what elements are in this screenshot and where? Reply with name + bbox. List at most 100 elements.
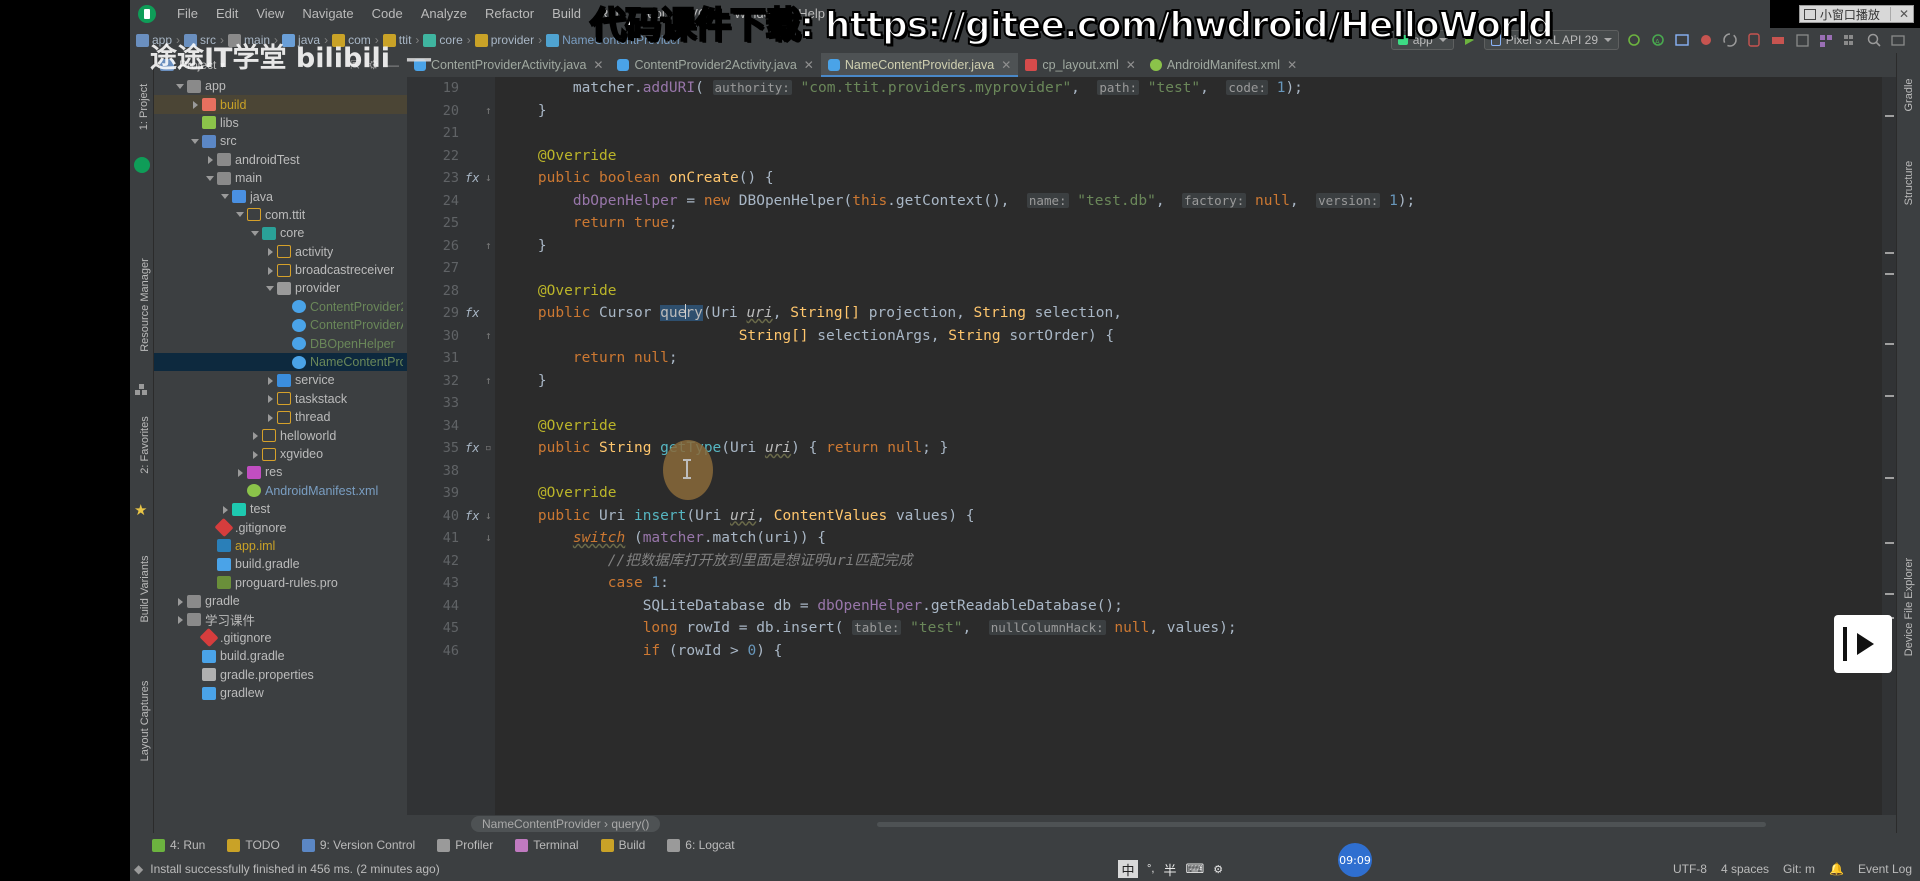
avd-manager-button[interactable] xyxy=(1743,30,1765,50)
tree-item[interactable]: libs xyxy=(154,114,407,132)
sdk-manager-button[interactable] xyxy=(1767,30,1789,50)
fold-toggle-icon[interactable]: ↓ xyxy=(485,167,497,190)
profile-button[interactable] xyxy=(1671,30,1693,50)
chevron-right-icon[interactable] xyxy=(175,614,186,625)
tree-item[interactable]: androidTest xyxy=(154,151,407,169)
bottom-tool-run[interactable]: 4: Run xyxy=(152,838,205,852)
fold-toggle-icon[interactable]: ↑ xyxy=(485,325,497,348)
editor-tab[interactable]: ContentProviderActivity.java ✕ xyxy=(407,53,610,77)
code-line[interactable]: 22 @Override xyxy=(407,145,1896,168)
tree-item[interactable]: java xyxy=(154,187,407,205)
tree-item[interactable]: thread xyxy=(154,408,407,426)
event-log-label[interactable]: Event Log xyxy=(1858,862,1912,876)
editor-tab[interactable]: NameContentProvider.java ✕ xyxy=(820,53,1019,77)
close-icon[interactable]: ✕ xyxy=(1126,58,1136,72)
project-tree[interactable]: app build libs src androidTest main java com.tt… xyxy=(154,77,407,729)
tree-item[interactable]: xgvideo xyxy=(154,445,407,463)
bottom-tool-logcat[interactable]: 6: Logcat xyxy=(667,838,735,852)
tree-item[interactable]: core xyxy=(154,224,407,242)
ime-language-bar[interactable]: 中 °, 半 ⌨ ⚙ xyxy=(1118,859,1223,879)
fold-toggle-icon[interactable]: ↓ xyxy=(485,505,497,528)
encoding-label[interactable]: UTF-8 xyxy=(1673,862,1707,876)
tree-item[interactable]: main xyxy=(154,169,407,187)
chevron-down-icon[interactable] xyxy=(220,191,231,202)
code-line[interactable]: 42 //把数据库打开放到里面是想证明uri匹配完成 xyxy=(407,550,1896,573)
code-line[interactable]: 44 SQLiteDatabase db = dbOpenHelper.getR… xyxy=(407,595,1896,618)
code-line[interactable]: 25 return true; xyxy=(407,212,1896,235)
code-line[interactable]: 40 fx ↓ public Uri insert(Uri uri, Content… xyxy=(407,505,1896,528)
tree-item[interactable]: service xyxy=(154,371,407,389)
tree-item[interactable]: res xyxy=(154,463,407,481)
chevron-right-icon[interactable] xyxy=(265,393,276,404)
code-line[interactable]: 32 ↑ } xyxy=(407,370,1896,393)
tree-item[interactable]: src xyxy=(154,132,407,150)
code-editor[interactable]: 19 matcher.addURI( authority: "com.ttit.… xyxy=(407,77,1896,815)
editor-tab[interactable]: AndroidManifest.xml ✕ xyxy=(1143,53,1304,77)
code-line[interactable]: 43 case 1: xyxy=(407,572,1896,595)
tree-item[interactable]: app.iml xyxy=(154,537,407,555)
search-everywhere-icon[interactable] xyxy=(1863,30,1885,50)
code-line[interactable]: 27 xyxy=(407,257,1896,280)
chevron-down-icon[interactable] xyxy=(190,136,201,147)
code-line[interactable]: 20 ↑ } xyxy=(407,100,1896,123)
tree-item[interactable]: broadcastreceiver xyxy=(154,261,407,279)
close-icon[interactable]: ✕ xyxy=(804,58,814,72)
tree-item[interactable]: com.ttit xyxy=(154,206,407,224)
indent-label[interactable]: 4 spaces xyxy=(1721,862,1769,876)
menu-edit[interactable]: Edit xyxy=(207,3,247,24)
chevron-down-icon[interactable] xyxy=(250,228,261,239)
code-line[interactable]: 33 xyxy=(407,392,1896,415)
chevron-right-icon[interactable] xyxy=(265,265,276,276)
breadcrumb-item-provider[interactable]: provider xyxy=(474,33,534,47)
tree-item[interactable]: gradle xyxy=(154,592,407,610)
override-method-icon[interactable]: fx xyxy=(465,437,479,460)
tree-item[interactable]: gradlew xyxy=(154,684,407,702)
git-branch-label[interactable]: Git: m xyxy=(1783,862,1815,876)
menu-analyze[interactable]: Analyze xyxy=(412,3,476,24)
chevron-down-icon[interactable] xyxy=(265,283,276,294)
rail-item-gradle[interactable]: Gradle xyxy=(1897,63,1920,133)
menu-view[interactable]: View xyxy=(247,3,293,24)
menu-file[interactable]: File xyxy=(168,3,207,24)
rail-item-structure[interactable]: Structure xyxy=(1897,141,1920,233)
project-structure-button[interactable] xyxy=(1815,30,1837,50)
tree-item[interactable]: NameContentProvider xyxy=(154,352,407,372)
debug-button[interactable] xyxy=(1623,30,1645,50)
tree-item[interactable]: .gitignore xyxy=(154,628,407,648)
tree-item[interactable]: provider xyxy=(154,279,407,297)
fold-toggle-icon[interactable]: ↑ xyxy=(485,235,497,258)
tree-item[interactable]: proguard-rules.pro xyxy=(154,574,407,592)
close-icon[interactable]: ✕ xyxy=(593,58,603,72)
ime-chinese-icon[interactable]: 中 xyxy=(1118,860,1138,878)
code-line[interactable]: 34 @Override xyxy=(407,415,1896,438)
tree-item[interactable]: build xyxy=(154,95,407,114)
rail-item-resource-manager[interactable]: Resource Manager xyxy=(130,243,154,373)
tree-item[interactable]: gradle.properties xyxy=(154,666,407,684)
code-line[interactable]: 29 fx public Cursor query(Uri uri, String… xyxy=(407,302,1896,325)
code-line[interactable]: 31 return null; xyxy=(407,347,1896,370)
tree-item[interactable]: test xyxy=(154,500,407,518)
bottom-tool-build[interactable]: Build xyxy=(600,838,645,852)
menu-code[interactable]: Code xyxy=(363,3,412,24)
tree-item[interactable]: taskstack xyxy=(154,390,407,408)
rail-item-device-file-explorer[interactable]: Device File Explorer xyxy=(1897,533,1920,693)
tree-item[interactable]: ContentProviderActivity xyxy=(154,316,407,334)
chevron-right-icon[interactable] xyxy=(235,467,246,478)
close-icon[interactable]: ✕ xyxy=(1287,58,1297,72)
more-toolbar-icon[interactable] xyxy=(1887,30,1909,50)
chevron-right-icon[interactable] xyxy=(175,596,186,607)
fold-toggle-icon[interactable]: ▫ xyxy=(485,437,497,460)
code-line[interactable]: 46 if (rowId > 0) { xyxy=(407,640,1896,663)
bottom-tool-profiler[interactable]: Profiler xyxy=(437,838,493,852)
editor-tab[interactable]: cp_layout.xml ✕ xyxy=(1018,53,1143,77)
bottom-tool-terminal[interactable]: Terminal xyxy=(515,838,579,852)
chevron-right-icon[interactable] xyxy=(265,412,276,423)
error-marker-strip[interactable] xyxy=(1882,77,1896,815)
chevron-right-icon[interactable] xyxy=(265,246,276,257)
chevron-right-icon[interactable] xyxy=(190,99,201,110)
chevron-down-icon[interactable] xyxy=(175,81,186,92)
tree-item[interactable]: ContentProvider2Activity xyxy=(154,298,407,316)
tree-item[interactable]: build.gradle xyxy=(154,555,407,573)
notifications-icon[interactable]: 🔔 xyxy=(1829,862,1844,876)
horizontal-scrollbar[interactable] xyxy=(877,822,1766,827)
